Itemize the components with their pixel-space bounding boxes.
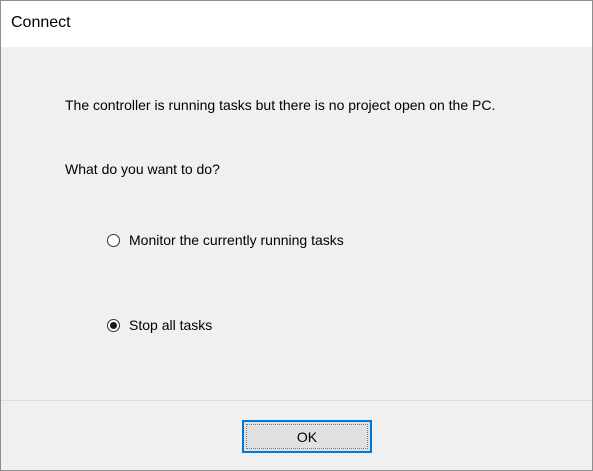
ok-button[interactable]: OK (242, 420, 372, 453)
dialog-title: Connect (11, 14, 71, 31)
radio-label-monitor[interactable]: Monitor the currently running tasks (129, 232, 344, 248)
radio-option-monitor[interactable]: Monitor the currently running tasks (107, 232, 344, 248)
title-bar[interactable]: Connect (1, 1, 592, 47)
radio-label-stop[interactable]: Stop all tasks (129, 317, 212, 333)
dialog-message: The controller is running tasks but ther… (65, 97, 496, 113)
radio-selected-dot (110, 321, 117, 329)
radio-button-stop[interactable] (107, 318, 120, 332)
dialog-question: What do you want to do? (65, 161, 220, 177)
ok-button-label: OK (296, 428, 318, 445)
radio-option-stop[interactable]: Stop all tasks (107, 317, 212, 333)
connect-dialog: Connect The controller is running tasks … (0, 0, 593, 471)
footer-separator (1, 400, 592, 401)
radio-button-monitor[interactable] (107, 233, 120, 247)
